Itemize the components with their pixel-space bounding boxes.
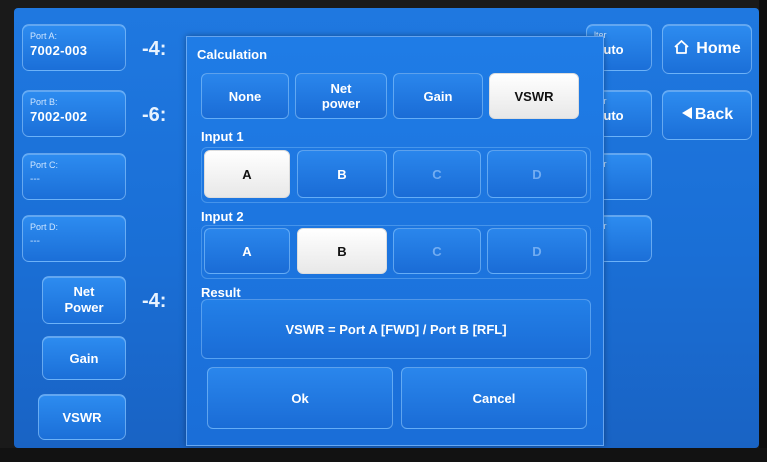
- cancel-button[interactable]: Cancel: [401, 367, 587, 429]
- calc-option-vswr[interactable]: VSWR: [489, 73, 579, 119]
- input1-option-c: C: [393, 150, 481, 198]
- input1-option-d: D: [487, 150, 587, 198]
- port-a-label: Port A:: [30, 31, 58, 41]
- input2-option-c: C: [393, 228, 481, 274]
- port-c-label: Port C:: [30, 160, 59, 170]
- result-title: Result: [201, 285, 241, 300]
- vswr-button[interactable]: VSWR: [38, 394, 126, 440]
- gain-button[interactable]: Gain: [42, 336, 126, 380]
- calculation-dialog: Calculation None Net power Gain VSWR Inp…: [186, 36, 604, 446]
- ok-button[interactable]: Ok: [207, 367, 393, 429]
- home-button[interactable]: Home: [662, 24, 752, 74]
- input2-title: Input 2: [201, 209, 244, 224]
- calc-option-none[interactable]: None: [201, 73, 289, 119]
- calculation-title: Calculation: [197, 47, 268, 62]
- calc-option-gain-label: Gain: [423, 88, 453, 104]
- input2-option-d: D: [487, 228, 587, 274]
- input1-option-b-label: B: [337, 166, 347, 182]
- ok-label: Ok: [291, 390, 309, 406]
- input1-option-c-label: C: [432, 166, 442, 182]
- port-b-reading: -6:: [142, 104, 167, 126]
- input2-option-c-label: C: [432, 243, 442, 259]
- back-button[interactable]: Back: [662, 90, 752, 140]
- input2-option-d-label: D: [532, 243, 542, 259]
- input1-option-d-label: D: [532, 166, 542, 182]
- bezel-right: [759, 0, 767, 462]
- port-d-tile[interactable]: Port D: ---: [22, 215, 126, 262]
- input1-title: Input 1: [201, 129, 244, 144]
- cancel-label: Cancel: [472, 390, 516, 406]
- home-label: Home: [696, 40, 741, 57]
- net-power-label-line1: Net: [73, 284, 95, 299]
- calc-option-net-power-line2: power: [321, 96, 361, 111]
- calc-option-none-label: None: [228, 88, 262, 104]
- port-c-tile[interactable]: Port C: ---: [22, 153, 126, 200]
- bezel-bottom: [0, 448, 767, 462]
- port-b-tile[interactable]: Port B: 7002-002: [22, 90, 126, 137]
- port-a-reading: -4:: [142, 38, 167, 60]
- back-label: Back: [694, 106, 734, 123]
- input1-option-b[interactable]: B: [297, 150, 387, 198]
- vswr-label: VSWR: [62, 409, 102, 425]
- result-display: VSWR = Port A [FWD] / Port B [RFL]: [201, 299, 591, 359]
- input1-option-a[interactable]: A: [204, 150, 290, 198]
- port-b-value: 7002-002: [30, 109, 88, 124]
- port-c-value: ---: [30, 174, 40, 185]
- input2-option-a[interactable]: A: [204, 228, 290, 274]
- input2-option-b-label: B: [337, 243, 347, 259]
- net-power-button[interactable]: Net Power: [42, 276, 126, 324]
- port-d-value: ---: [30, 236, 40, 247]
- port-d-label: Port D:: [30, 222, 59, 232]
- port-a-tile[interactable]: Port A: 7002-003: [22, 24, 126, 71]
- net-power-reading: -4:: [142, 290, 167, 312]
- result-text: VSWR = Port A [FWD] / Port B [RFL]: [285, 321, 507, 337]
- gain-label: Gain: [69, 350, 99, 366]
- back-arrow-icon: [681, 105, 693, 125]
- net-power-label-line2: Power: [64, 300, 104, 315]
- input1-option-a-label: A: [242, 166, 252, 182]
- input2-option-b[interactable]: B: [297, 228, 387, 274]
- calc-option-vswr-label: VSWR: [514, 88, 554, 104]
- port-a-value: 7002-003: [30, 43, 88, 58]
- port-b-label: Port B:: [30, 97, 58, 107]
- touch-screen: Port A: 7002-003 -4: Port B: 7002-002 -6…: [14, 8, 759, 448]
- home-icon: [673, 39, 690, 60]
- calc-option-gain[interactable]: Gain: [393, 73, 483, 119]
- calc-option-net-power[interactable]: Net power: [295, 73, 387, 119]
- calc-option-net-power-line1: Net: [330, 81, 352, 96]
- input2-option-a-label: A: [242, 243, 252, 259]
